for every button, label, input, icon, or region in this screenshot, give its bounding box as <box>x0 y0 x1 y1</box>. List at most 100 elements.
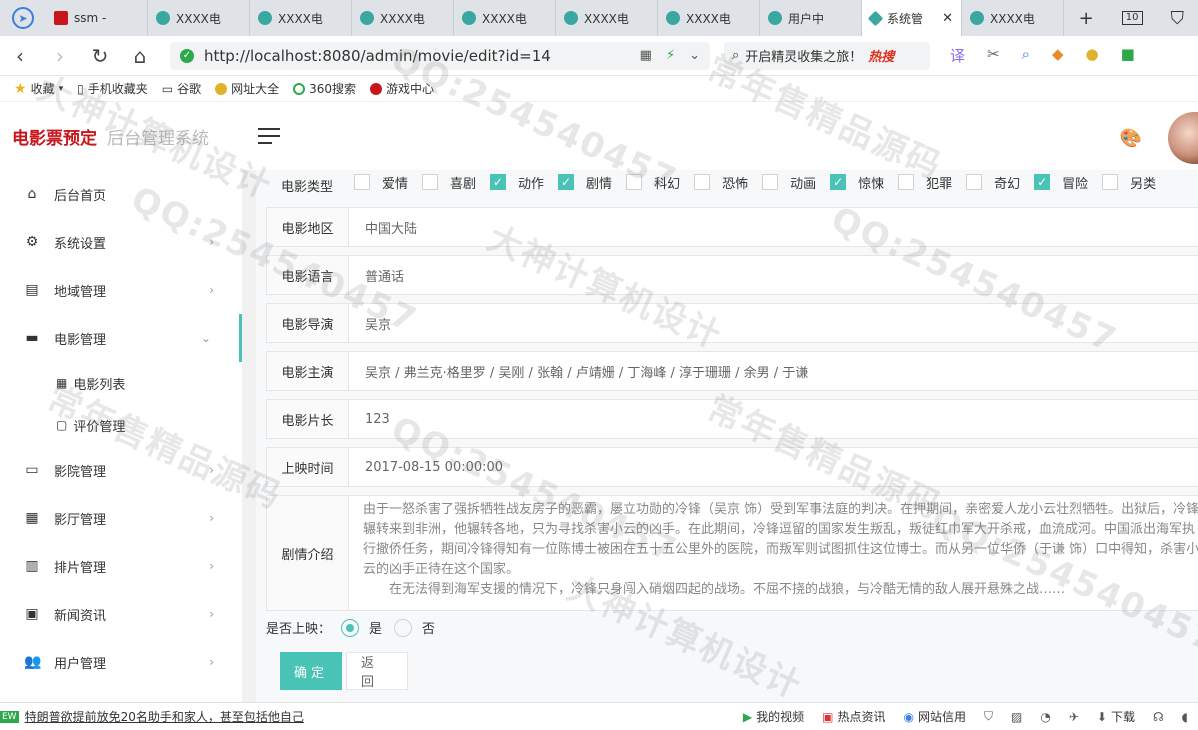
news-ticker-link[interactable]: 特朗普欲提前放免20名助手和家人，甚至包括他自己 <box>25 708 304 725</box>
movie-type-option[interactable]: 动画 <box>762 173 816 192</box>
sidebar-item-home[interactable]: ⌂ 后台首页 <box>0 170 242 218</box>
back-button[interactable]: 返回 <box>346 652 408 690</box>
image-icon[interactable]: ▨ <box>1011 710 1022 724</box>
confirm-button[interactable]: 确定 <box>280 652 342 690</box>
game-controller-icon[interactable]: ◆ <box>1052 45 1064 66</box>
movie-type-option[interactable]: 奇幻 <box>966 173 1020 192</box>
movie-type-checkbox[interactable] <box>966 174 983 190</box>
bookmark-item[interactable]: 360搜索 <box>293 80 356 97</box>
back-button[interactable]: ‹ <box>0 44 40 68</box>
shield-icon[interactable]: ⛉ <box>984 709 993 724</box>
forward-button[interactable]: › <box>40 44 80 68</box>
browser-tab[interactable]: XXXX电 <box>962 0 1064 36</box>
region-field[interactable]: 中国大陆 <box>349 208 1198 246</box>
qr-code-icon[interactable]: ▦ <box>640 48 652 63</box>
movie-type-option[interactable]: ✓ 剧情 <box>558 173 612 192</box>
headset-icon[interactable]: ☊ <box>1153 710 1164 724</box>
sidebar-item-users[interactable]: 👥 用户管理 › <box>0 638 242 686</box>
sidebar-item-halls[interactable]: ▦ 影厅管理 › <box>0 494 242 542</box>
bookmark-item[interactable]: 游戏中心 <box>370 80 434 97</box>
movie-type-checkbox[interactable] <box>1102 174 1119 190</box>
movie-type-checkbox[interactable] <box>694 174 711 190</box>
movie-type-checkbox[interactable] <box>354 174 370 190</box>
browser-tab[interactable]: XXXX电 <box>556 0 658 36</box>
language-field[interactable]: 普通话 <box>349 256 1198 294</box>
movie-type-checkbox[interactable]: ✓ <box>558 174 575 190</box>
movie-type-checkbox[interactable]: ✓ <box>830 174 847 190</box>
browser-tab[interactable]: XXXX电 <box>352 0 454 36</box>
url-input[interactable]: ✓ http://localhost:8080/admin/movie/edit… <box>170 41 710 70</box>
lightning-icon[interactable]: ⚡ <box>666 48 675 63</box>
bookmark-item[interactable]: ▭ 谷歌 <box>162 80 201 97</box>
browser-home-button[interactable]: ➤ <box>0 0 46 36</box>
status-download[interactable]: ⬇ 下载 <box>1097 708 1135 725</box>
movie-type-option[interactable]: 犯罪 <box>898 173 952 192</box>
coin-icon[interactable]: ● <box>1086 45 1099 66</box>
actors-field[interactable]: 吴京 / 弗兰克·格里罗 / 吴刚 / 张翰 / 卢靖姗 / 丁海峰 / 淳于珊… <box>349 352 1198 390</box>
translate-icon[interactable]: 译 <box>950 45 965 66</box>
scissors-icon[interactable]: ✂ <box>987 45 1000 66</box>
movie-type-option[interactable]: 恐怖 <box>694 173 748 192</box>
close-icon[interactable]: ✕ <box>942 11 953 26</box>
browser-tab[interactable]: XXXX电 <box>658 0 760 36</box>
reload-button[interactable]: ↻ <box>80 44 120 68</box>
chevron-down-icon[interactable]: ⌄ <box>689 48 700 63</box>
sidebar-item-news[interactable]: ▣ 新闻资讯 › <box>0 590 242 638</box>
status-credit[interactable]: ◉ 网站信用 <box>904 708 967 725</box>
sidebar-item-cinemas[interactable]: ▭ 影院管理 › <box>0 446 242 494</box>
movie-type-option[interactable]: 科幻 <box>626 173 680 192</box>
on-air-no-radio[interactable] <box>394 618 413 637</box>
movie-type-checkbox[interactable] <box>762 174 779 190</box>
browser-tab[interactable]: XXXX电 <box>250 0 352 36</box>
movie-type-checkbox[interactable] <box>626 174 643 190</box>
rocket-icon[interactable]: ✈ <box>1069 710 1079 724</box>
movie-type-checkbox[interactable] <box>898 174 915 190</box>
search-input[interactable]: ⌕ 开启精灵收集之旅！ 热搜 <box>724 41 930 70</box>
movie-type-option[interactable]: 另类 <box>1102 173 1156 192</box>
browser-tab[interactable]: XXXX电 <box>454 0 556 36</box>
bookmark-item[interactable]: ▯ 手机收藏夹 <box>77 80 148 97</box>
intro-paragraph: 在无法得到海军支援的情况下，冷锋只身闯入硝烟四起的战场。不屈不挠的战狼，与冷酷无… <box>389 582 1066 597</box>
new-tab-button[interactable]: + <box>1079 8 1094 29</box>
bookmark-item[interactable]: ★ 收藏 ▾ <box>14 80 63 97</box>
movie-type-checkbox[interactable]: ✓ <box>490 174 507 190</box>
movie-type-option[interactable]: ✓ 动作 <box>490 173 544 192</box>
avatar[interactable] <box>1168 112 1198 164</box>
movie-type-option[interactable]: 喜剧 <box>422 173 476 192</box>
movie-type-option[interactable]: ✓ 惊悚 <box>830 173 884 192</box>
movie-type-checkbox[interactable]: ✓ <box>1034 174 1051 190</box>
browser-tab-active[interactable]: 系统管 ✕ <box>862 0 962 36</box>
magnifier-icon[interactable]: ⌕ <box>1022 45 1030 66</box>
bookmark-item[interactable]: 网址大全 <box>215 80 279 97</box>
chevron-right-icon: › <box>209 655 214 669</box>
menu-toggle-icon[interactable] <box>258 128 280 144</box>
duration-field[interactable]: 123 <box>349 400 1198 438</box>
status-my-video[interactable]: ▶ 我的视频 <box>743 708 804 725</box>
status-hot-news[interactable]: ▣ 热点资讯 <box>822 708 885 725</box>
sidebar-item-movies[interactable]: ▬ 电影管理 ⌄ <box>0 314 242 362</box>
sidebar-subitem-movie-list[interactable]: ▦ 电影列表 <box>0 362 242 404</box>
sidebar-item-schedule[interactable]: ▥ 排片管理 › <box>0 542 242 590</box>
sound-icon[interactable]: ◖ <box>1182 710 1188 724</box>
browser-tab[interactable]: ssm - <box>46 0 148 36</box>
movie-type-option[interactable]: 爱情 <box>354 173 408 192</box>
browser-tab[interactable]: 用户中 <box>760 0 862 36</box>
home-button[interactable]: ⌂ <box>120 44 160 68</box>
release-time-field[interactable]: 2017-08-15 00:00:00 <box>349 448 1198 486</box>
palette-icon[interactable]: 🎨 <box>1120 128 1142 149</box>
director-field[interactable]: 吴京 <box>349 304 1198 342</box>
tab-count-badge[interactable]: 10 <box>1121 11 1143 25</box>
speed-icon[interactable]: ◔ <box>1040 710 1050 724</box>
browser-tab[interactable]: XXXX电 <box>148 0 250 36</box>
sidebar-item-settings[interactable]: ⚙ 系统设置 › <box>0 218 242 266</box>
intro-textarea[interactable]: 由于一怒杀害了强拆牺牲战友房子的恶霸，屡立功勋的冷锋（吴京 饰）受到军事法庭的判… <box>349 496 1198 610</box>
hot-search-badge[interactable]: 热搜 <box>868 46 894 65</box>
sidebar-scrollbar[interactable] <box>242 170 256 702</box>
sidebar-item-region[interactable]: ▤ 地域管理 › <box>0 266 242 314</box>
movie-type-checkbox[interactable] <box>422 174 439 190</box>
shirt-icon[interactable]: ⛉ <box>1171 8 1185 29</box>
sidebar-subitem-reviews[interactable]: ▢ 评价管理 <box>0 404 242 446</box>
on-air-yes-radio[interactable] <box>341 618 360 637</box>
extension-icon[interactable]: ■ <box>1121 45 1135 66</box>
movie-type-option[interactable]: ✓ 冒险 <box>1034 173 1088 192</box>
